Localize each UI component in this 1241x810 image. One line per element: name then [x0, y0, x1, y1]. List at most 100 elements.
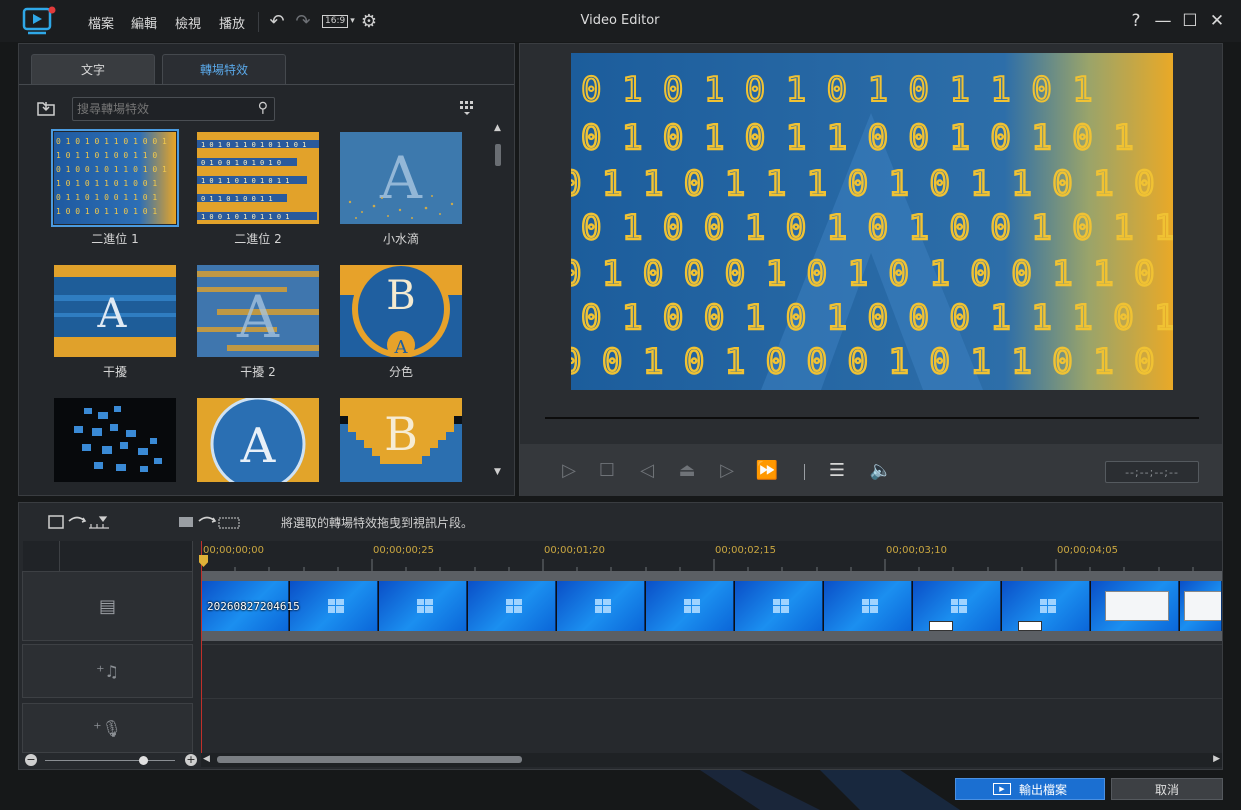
play-icon[interactable]: ▷: [556, 457, 582, 483]
apply-random-transition-icon[interactable]: [177, 513, 241, 531]
close-button[interactable]: ✕: [1204, 9, 1230, 33]
transition-thumb-binary-2[interactable]: 1 0 1 0 1 1 0 1 0 1 1 0 1 0 1 0 0 1 0 1 0…: [197, 132, 319, 224]
zoom-slider-thumb[interactable]: [139, 756, 148, 765]
svg-text:1 0 0 1 0 1 1 0 1 0 1: 1 0 0 1 0 1 1 0 1 0 1: [56, 207, 157, 216]
clip-name: 20260827204615: [207, 600, 300, 613]
fast-forward-icon[interactable]: ⏩: [754, 457, 780, 483]
undo-icon[interactable]: ↶: [266, 10, 288, 32]
transition-thumb-blocks[interactable]: [54, 398, 176, 482]
transition-thumb-zigzag[interactable]: B: [340, 398, 462, 482]
svg-text:A: A: [240, 418, 277, 474]
binary-row: 0 1 0 1 0 1 0 1 0 1 1 0 1: [581, 70, 1093, 110]
ruler-corner: [23, 541, 193, 571]
video-clip[interactable]: 20260827204615: [201, 581, 1222, 631]
minimize-button[interactable]: —: [1150, 9, 1176, 33]
svg-text:A: A: [394, 337, 409, 357]
apply-transition-all-icon[interactable]: [47, 513, 111, 531]
menu-file[interactable]: 檔案: [88, 13, 114, 32]
maximize-button[interactable]: ☐: [1177, 9, 1203, 33]
transition-thumb-interference[interactable]: A: [54, 265, 176, 357]
redo-icon[interactable]: ↷: [292, 10, 314, 32]
volume-icon[interactable]: 🔈: [868, 457, 894, 483]
next-frame-icon[interactable]: ▷: [714, 457, 740, 483]
clip-frame: [1091, 581, 1179, 631]
ruler-label: 00;00;02;15: [715, 545, 777, 556]
video-track-header[interactable]: ▤: [22, 571, 193, 641]
clip-frame: [735, 581, 823, 631]
search-box[interactable]: ⚲: [72, 97, 275, 121]
timeline-hint: 將選取的轉場特效拖曳到視訊片段。: [281, 516, 474, 530]
scroll-down-arrow-icon[interactable]: ▼: [494, 468, 502, 477]
search-icon[interactable]: ⚲: [258, 100, 268, 116]
music-track-header[interactable]: ⁺♫: [22, 644, 193, 698]
menu-play[interactable]: 播放: [219, 13, 245, 32]
timeline-panel: 將選取的轉場特效拖曳到視訊片段。 00;00;00;00 00;00;00;25…: [18, 502, 1223, 770]
transition-thumb-interference-2[interactable]: A: [197, 265, 319, 357]
bottom-action-bar: ▶ 輸出檔案 取消: [0, 770, 1241, 810]
menu-edit[interactable]: 編輯: [131, 13, 157, 32]
clip-frame: [379, 581, 467, 631]
add-music-icon[interactable]: ⁺♫: [96, 662, 119, 681]
import-folder-icon[interactable]: [36, 99, 56, 117]
zoom-in-icon[interactable]: +: [185, 754, 197, 766]
music-track[interactable]: [201, 644, 1222, 699]
svg-text:0 1 0 0 1 0 1 1 0 1 0 1: 0 1 0 0 1 0 1 1 0 1 0 1: [56, 165, 167, 174]
transition-thumb-circle[interactable]: A: [197, 398, 319, 482]
zoom-slider[interactable]: − +: [25, 754, 197, 768]
transition-thumb-binary-1[interactable]: 0 1 0 1 0 1 1 0 1 0 0 1 1 0 1 1 0 1 0 0 1…: [51, 129, 179, 227]
preview-progress-bar[interactable]: [545, 417, 1199, 419]
svg-text:A: A: [236, 283, 280, 351]
transition-label: 小水滴: [382, 232, 419, 246]
split-icon[interactable]: ⏏: [674, 457, 700, 483]
timeline-hscrollbar[interactable]: ◀ ▶: [201, 753, 1222, 767]
transition-thumb-droplets[interactable]: A: [340, 132, 462, 224]
export-icon: ▶: [992, 783, 1011, 795]
clip-frame: [557, 581, 645, 631]
library-scrollbar[interactable]: ▲ ▼: [494, 124, 502, 480]
transition-thumb-color-split[interactable]: B A: [340, 265, 462, 357]
scroll-thumb[interactable]: [495, 144, 501, 166]
hscroll-thumb[interactable]: [217, 756, 522, 763]
ruler-label: 00;00;03;10: [886, 545, 948, 556]
svg-text:1 0 1 0 1 1 0 1 0 1 1 0 1: 1 0 1 0 1 1 0 1 0 1 1 0 1: [201, 141, 306, 149]
svg-text:B: B: [384, 407, 418, 461]
stop-icon[interactable]: ☐: [594, 457, 620, 483]
aspect-ratio-select[interactable]: 16:9 ▾: [322, 14, 355, 28]
scroll-up-arrow-icon[interactable]: ▲: [494, 124, 502, 133]
ruler-label: 00;00;01;20: [544, 545, 606, 556]
add-voice-icon[interactable]: ⁺🎙: [93, 719, 122, 738]
help-button[interactable]: ?: [1123, 9, 1149, 33]
gear-icon[interactable]: ⚙: [358, 10, 380, 32]
clip-frame: [290, 581, 378, 631]
voice-track[interactable]: [201, 703, 1222, 753]
search-input[interactable]: [73, 98, 243, 120]
export-button-label: 輸出檔案: [1018, 782, 1067, 797]
time-ruler[interactable]: 00;00;00;00 00;00;00;25 00;00;01;20 00;0…: [201, 541, 1222, 571]
tab-text[interactable]: 文字: [31, 54, 155, 84]
clip-frame: [1002, 581, 1090, 631]
transition-label: 二進位 1: [91, 232, 139, 246]
cancel-button[interactable]: 取消: [1111, 778, 1223, 800]
scroll-right-arrow-icon[interactable]: ▶: [1213, 754, 1220, 764]
tab-transitions[interactable]: 轉場特效: [162, 54, 286, 84]
zoom-out-icon[interactable]: −: [25, 754, 37, 766]
voice-track-header[interactable]: ⁺🎙: [22, 703, 193, 753]
grid-view-icon[interactable]: [459, 100, 475, 116]
clip-frame: [468, 581, 556, 631]
clip-frame: [1180, 581, 1222, 631]
preview-panel: 0 1 0 1 0 1 0 1 0 1 1 0 1 0 1 0 1 0 1 1 …: [519, 43, 1223, 496]
export-button[interactable]: ▶ 輸出檔案: [955, 778, 1105, 800]
svg-text:A: A: [97, 291, 128, 337]
playhead[interactable]: [201, 541, 202, 759]
binary-row: 0 0 1 0 1 0 0 0 1 0 1 1 0 1 0: [571, 342, 1155, 382]
scroll-left-arrow-icon[interactable]: ◀: [203, 754, 210, 764]
toolbar-divider: [258, 12, 259, 32]
title-bar: 檔案 編輯 檢視 播放 ↶ ↷ 16:9 ▾ ⚙ Video Editor ? …: [0, 0, 1241, 42]
binary-row: 0 1 1 0 1 1 1 0 1 0 1 1 0 1 0 1 0 0: [571, 164, 1173, 204]
app-logo-icon: [22, 6, 58, 38]
previous-frame-icon[interactable]: ◁: [634, 457, 660, 483]
window-title: Video Editor: [580, 13, 660, 28]
subtitles-icon[interactable]: ☰: [824, 457, 850, 483]
tab-divider: [19, 84, 514, 85]
menu-view[interactable]: 檢視: [175, 13, 201, 32]
